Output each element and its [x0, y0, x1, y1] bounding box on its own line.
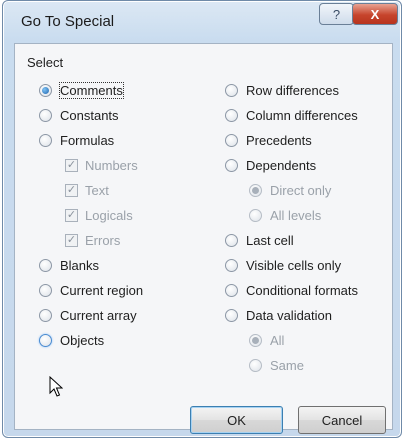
close-icon: X	[370, 6, 380, 22]
radio-validation-same[interactable]: Same	[249, 356, 304, 374]
option-label: Errors	[85, 232, 121, 248]
radio-column-differences[interactable]: Column differences	[225, 106, 358, 124]
close-button[interactable]: X	[352, 3, 398, 25]
radio-constants[interactable]: Constants	[39, 106, 119, 124]
dialog-body: Select Comments Constants Formulas ✓ Num…	[14, 43, 393, 434]
checkmark-icon: ✓	[65, 158, 78, 172]
help-button[interactable]: ?	[319, 3, 354, 25]
radio-selected-icon	[249, 183, 262, 197]
radio-dependents[interactable]: Dependents	[225, 156, 316, 174]
option-label: Row differences	[246, 82, 339, 98]
radio-icon	[225, 233, 238, 247]
radio-row-differences[interactable]: Row differences	[225, 81, 339, 99]
go-to-special-dialog: Go To Special ? X Select Comments Consta…	[2, 0, 402, 438]
checkbox-numbers[interactable]: ✓ Numbers	[65, 156, 138, 174]
radio-icon	[39, 283, 52, 297]
option-label: Constants	[60, 107, 119, 123]
radio-selected-icon	[249, 333, 262, 347]
select-group-label: Select	[27, 55, 64, 70]
radio-icon	[39, 133, 52, 147]
radio-last-cell[interactable]: Last cell	[225, 231, 294, 249]
option-label: Data validation	[246, 307, 332, 323]
radio-icon	[249, 358, 262, 372]
option-label: Direct only	[270, 182, 332, 198]
option-label: Column differences	[246, 107, 358, 123]
radio-objects[interactable]: Objects	[39, 331, 104, 349]
radio-icon	[225, 108, 238, 122]
checkmark-icon: ✓	[65, 233, 78, 247]
option-label: Same	[270, 357, 304, 373]
option-label: Comments	[59, 81, 124, 99]
radio-icon	[225, 83, 238, 97]
radio-selected-icon	[39, 83, 52, 97]
radio-icon	[39, 308, 52, 322]
cancel-button[interactable]: Cancel	[298, 406, 386, 434]
checkmark-icon: ✓	[65, 183, 78, 197]
radio-icon	[249, 208, 262, 222]
radio-data-validation[interactable]: Data validation	[225, 306, 332, 324]
checkbox-errors[interactable]: ✓ Errors	[65, 231, 120, 249]
radio-validation-all[interactable]: All	[249, 331, 284, 349]
option-label: Objects	[60, 332, 105, 348]
option-label: Blanks	[60, 257, 100, 273]
checkbox-text[interactable]: ✓ Text	[65, 181, 109, 199]
radio-icon	[39, 108, 52, 122]
help-icon: ?	[332, 6, 341, 22]
checkbox-logicals[interactable]: ✓ Logicals	[65, 206, 133, 224]
radio-icon	[225, 158, 238, 172]
radio-icon	[225, 258, 238, 272]
mouse-cursor-icon	[49, 376, 63, 397]
option-label: Last cell	[246, 232, 294, 248]
option-label: Precedents	[246, 132, 312, 148]
option-label: Current array	[60, 307, 137, 323]
option-label: Logicals	[85, 207, 133, 223]
option-label: Numbers	[85, 157, 138, 173]
option-label: All	[270, 332, 285, 348]
radio-current-region[interactable]: Current region	[39, 281, 143, 299]
option-label: Dependents	[246, 157, 317, 173]
radio-icon	[225, 308, 238, 322]
radio-direct-only[interactable]: Direct only	[249, 181, 331, 199]
radio-comments[interactable]: Comments	[39, 81, 124, 99]
radio-icon	[39, 333, 52, 347]
option-label: Conditional formats	[246, 282, 358, 298]
radio-precedents[interactable]: Precedents	[225, 131, 312, 149]
radio-visible-cells-only[interactable]: Visible cells only	[225, 256, 341, 274]
ok-button[interactable]: OK	[190, 406, 283, 434]
radio-all-levels[interactable]: All levels	[249, 206, 321, 224]
option-label: Formulas	[60, 132, 115, 148]
radio-current-array[interactable]: Current array	[39, 306, 137, 324]
radio-icon	[225, 133, 238, 147]
checkmark-icon: ✓	[65, 208, 78, 222]
radio-conditional-formats[interactable]: Conditional formats	[225, 281, 358, 299]
option-label: All levels	[270, 207, 322, 223]
radio-blanks[interactable]: Blanks	[39, 256, 99, 274]
option-label: Text	[85, 182, 109, 198]
radio-formulas[interactable]: Formulas	[39, 131, 114, 149]
radio-icon	[225, 283, 238, 297]
dialog-title: Go To Special	[21, 13, 115, 30]
option-label: Visible cells only	[246, 257, 342, 273]
option-label: Current region	[60, 282, 144, 298]
radio-icon	[39, 258, 52, 272]
